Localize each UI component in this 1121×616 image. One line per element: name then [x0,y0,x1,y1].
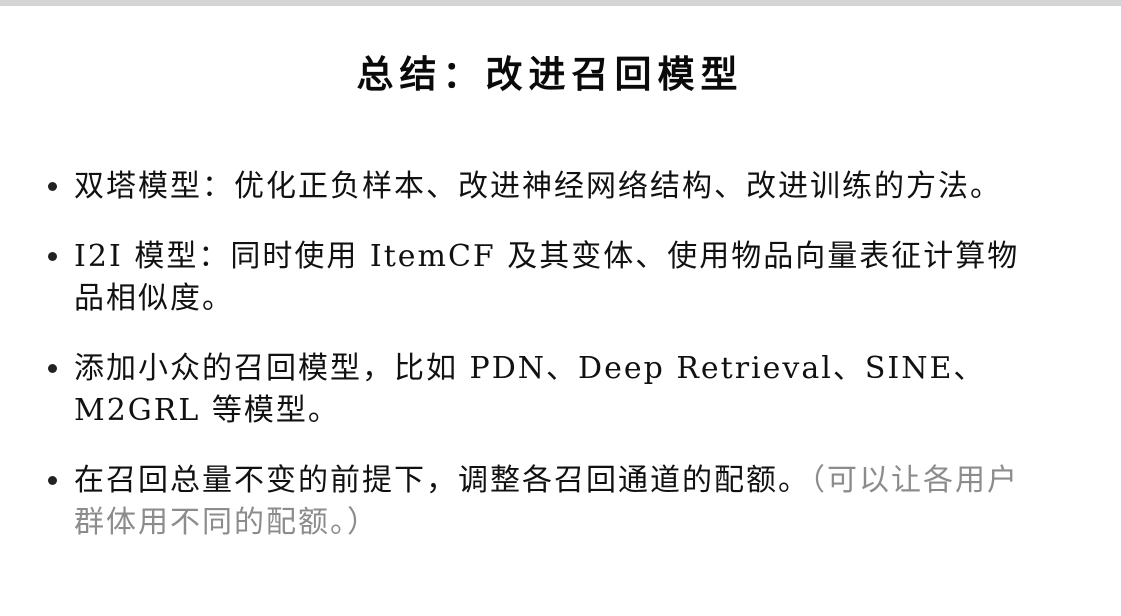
bullet-dot-icon [48,476,57,485]
bullet-item: 在召回总量不变的前提下，调整各召回通道的配额。（可以让各用户群体用不同的配额。） [48,460,1034,544]
bullet-item: 添加小众的召回模型，比如 PDN、Deep Retrieval、SINE、M2G… [48,348,1034,432]
bullet-dot-icon [48,182,57,191]
slide-top-border [0,0,1121,6]
bullet-dot-icon [48,252,57,261]
bullet-text: I2I 模型：同时使用 ItemCF 及其变体、使用物品向量表征计算物品相似度。 [74,239,1020,316]
bullet-item: I2I 模型：同时使用 ItemCF 及其变体、使用物品向量表征计算物品相似度。 [48,236,1034,320]
bullet-item: 双塔模型：优化正负样本、改进神经网络结构、改进训练的方法。 [48,166,1034,208]
slide-title: 总结：改进召回模型 [356,52,744,96]
bullet-text: 在召回总量不变的前提下，调整各召回通道的配额。 [74,463,810,498]
bullet-dot-icon [48,364,57,373]
bullet-list: 双塔模型：优化正负样本、改进神经网络结构、改进训练的方法。 I2I 模型：同时使… [48,166,1108,572]
bullet-text: 添加小众的召回模型，比如 PDN、Deep Retrieval、SINE、M2G… [74,351,986,428]
bullet-text: 双塔模型：优化正负样本、改进神经网络结构、改进训练的方法。 [74,169,1002,204]
